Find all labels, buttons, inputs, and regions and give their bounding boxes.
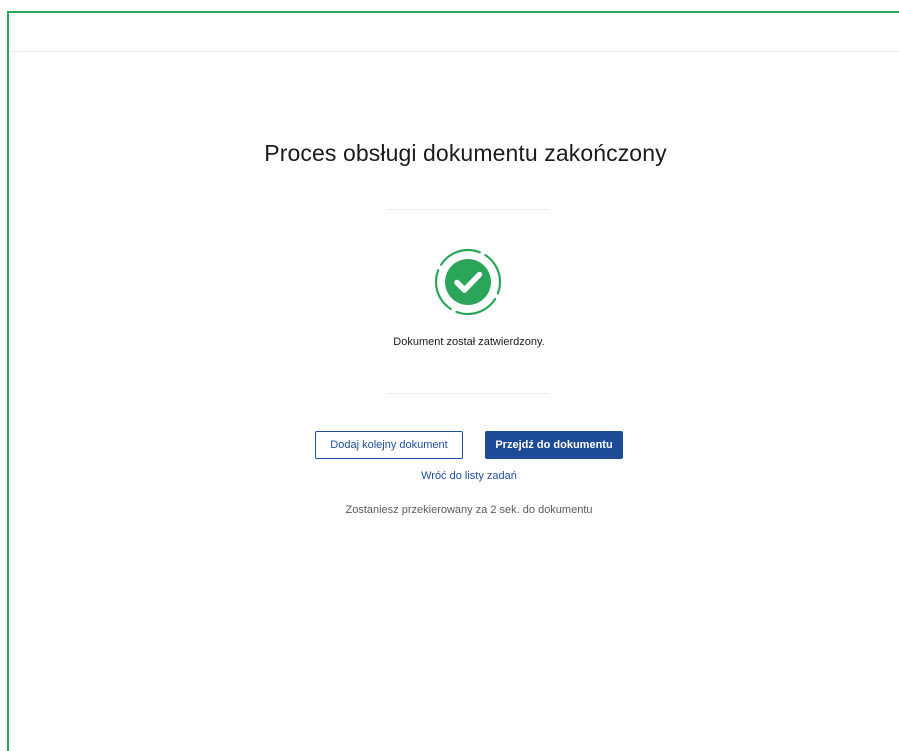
top-bar — [9, 13, 899, 52]
divider-top — [386, 209, 550, 210]
status-message: Dokument został zatwierdzony. — [393, 336, 545, 348]
completion-panel: Proces obsługi dokumentu zakończony Doku… — [9, 51, 899, 741]
page-title: Proces obsługi dokumentu zakończony — [264, 140, 667, 166]
check-circle-icon — [434, 248, 502, 316]
app-frame: Proces obsługi dokumentu zakończony Doku… — [7, 11, 899, 751]
check-badge — [445, 259, 491, 305]
add-document-button[interactable]: Dodaj kolejny dokument — [315, 431, 463, 459]
back-to-tasks-link[interactable]: Wróć do listy zadań — [9, 470, 899, 482]
redirect-notice: Zostaniesz przekierowany za 2 sek. do do… — [345, 504, 593, 516]
divider-bottom — [386, 393, 550, 394]
go-to-document-button[interactable]: Przejdź do dokumentu — [485, 431, 623, 459]
